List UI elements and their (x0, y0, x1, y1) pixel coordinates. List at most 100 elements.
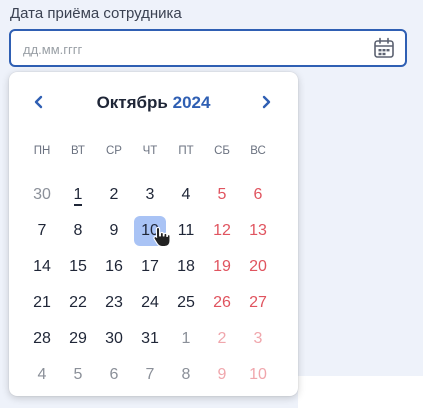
calendar-day-number: 10 (141, 222, 159, 239)
calendar-day[interactable]: 18 (170, 252, 202, 282)
calendar-day-number: 5 (73, 366, 83, 383)
calendar-day[interactable]: 3 (134, 180, 166, 210)
calendar-day-number: 9 (109, 222, 119, 239)
calendar-day-number: 2 (109, 186, 119, 203)
calendar-day[interactable]: 7 (134, 360, 166, 390)
calendar-day[interactable]: 13 (242, 216, 274, 246)
calendar-day-number: 1 (181, 330, 191, 347)
calendar-day-number: 26 (213, 294, 231, 311)
calendar-day-number: 11 (177, 222, 195, 239)
calendar-day[interactable]: 6 (98, 360, 130, 390)
calendar-day[interactable]: 11 (170, 216, 202, 246)
weekday-header: ПТ (178, 145, 194, 157)
next-month-button[interactable] (254, 90, 278, 114)
calendar-day-number: 20 (249, 258, 267, 275)
calendar-day-today[interactable]: 1 (62, 180, 94, 210)
calendar-day-hovered[interactable]: 10 (134, 216, 166, 246)
year-label[interactable]: 2024 (173, 93, 211, 112)
calendar-day-number: 2 (217, 330, 227, 347)
calendar-day[interactable]: 3 (242, 324, 274, 354)
weekday-header: ЧТ (142, 145, 158, 157)
calendar-day-number: 3 (253, 330, 263, 347)
calendar-day[interactable]: 6 (242, 180, 274, 210)
weekday-header: СБ (214, 145, 230, 157)
calendar-day[interactable]: 30 (98, 324, 130, 354)
calendar-day[interactable]: 24 (134, 288, 166, 318)
calendar-day[interactable]: 4 (26, 360, 58, 390)
calendar-day-number: 4 (181, 186, 191, 203)
calendar-day-number: 27 (249, 294, 267, 311)
calendar-day-number: 15 (69, 258, 87, 275)
calendar-day-number: 30 (33, 186, 51, 203)
calendar-day[interactable]: 8 (170, 360, 202, 390)
calendar-day[interactable]: 23 (98, 288, 130, 318)
calendar-day[interactable]: 26 (206, 288, 238, 318)
calendar-day-number: 12 (213, 222, 231, 239)
calendar-day-number: 6 (253, 186, 263, 203)
calendar-day-number: 22 (69, 294, 87, 311)
date-input[interactable] (21, 31, 365, 67)
calendar-day-number: 3 (145, 186, 155, 203)
calendar-day-number: 8 (73, 222, 83, 239)
calendar-day[interactable]: 16 (98, 252, 130, 282)
calendar-day[interactable]: 25 (170, 288, 202, 318)
chevron-right-icon (262, 95, 271, 109)
calendar-day[interactable]: 10 (242, 360, 274, 390)
calendar-day[interactable]: 9 (98, 216, 130, 246)
calendar-day[interactable]: 31 (134, 324, 166, 354)
calendar-day-number: 25 (177, 294, 195, 311)
calendar-popup: Октябрь 2024 ПН ВТ СР ЧТ ПТ СБ ВС 30 1 2 3 4 5 6 7 8 9 10… (9, 72, 298, 396)
calendar-day[interactable]: 21 (26, 288, 58, 318)
calendar-day[interactable]: 14 (26, 252, 58, 282)
calendar-day-number: 16 (105, 258, 123, 275)
month-name: Октябрь (96, 93, 168, 112)
calendar-day[interactable]: 2 (98, 180, 130, 210)
calendar-day-number: 7 (37, 222, 47, 239)
calendar-day[interactable]: 2 (206, 324, 238, 354)
calendar-day-number: 21 (33, 294, 51, 311)
calendar-day-number: 9 (217, 366, 227, 383)
calendar-day[interactable]: 29 (62, 324, 94, 354)
calendar-day-number: 1 (73, 186, 83, 206)
calendar-day[interactable]: 4 (170, 180, 202, 210)
calendar-day[interactable]: 12 (206, 216, 238, 246)
calendar-day[interactable]: 17 (134, 252, 166, 282)
field-label: Дата приёма сотрудника (10, 5, 182, 22)
calendar-day-number: 4 (37, 366, 47, 383)
weekday-header: ВС (250, 145, 266, 157)
calendar-day-number: 17 (141, 258, 159, 275)
weekday-header: ПН (33, 145, 51, 157)
calendar-day[interactable]: 5 (62, 360, 94, 390)
calendar-day-number: 23 (105, 294, 123, 311)
calendar-day[interactable]: 9 (206, 360, 238, 390)
calendar-day-number: 10 (249, 366, 267, 383)
calendar-day-number: 24 (141, 294, 159, 311)
calendar-day-number: 29 (69, 330, 87, 347)
calendar-day-number: 13 (249, 222, 267, 239)
calendar-day[interactable]: 27 (242, 288, 274, 318)
calendar-day-number: 7 (145, 366, 155, 383)
calendar-day-number: 5 (217, 186, 227, 203)
calendar-day[interactable]: 15 (62, 252, 94, 282)
calendar-day-number: 30 (105, 330, 123, 347)
calendar-icon[interactable] (373, 37, 395, 59)
calendar-day[interactable]: 28 (26, 324, 58, 354)
calendar-day-number: 6 (109, 366, 119, 383)
calendar-day[interactable]: 5 (206, 180, 238, 210)
calendar-day-number: 19 (213, 258, 231, 275)
weekday-header: СР (106, 145, 122, 157)
page-background-panel (298, 376, 423, 408)
calendar-day-number: 14 (33, 258, 51, 275)
calendar-day-number: 8 (181, 366, 191, 383)
calendar-day[interactable]: 22 (62, 288, 94, 318)
calendar-day[interactable]: 19 (206, 252, 238, 282)
calendar-day[interactable]: 30 (26, 180, 58, 210)
calendar-day[interactable]: 20 (242, 252, 274, 282)
calendar-day-number: 18 (177, 258, 195, 275)
calendar-day[interactable]: 1 (170, 324, 202, 354)
calendar-day-number: 28 (33, 330, 51, 347)
calendar-day[interactable]: 8 (62, 216, 94, 246)
calendar-day[interactable]: 7 (26, 216, 58, 246)
calendar-day-number: 31 (141, 330, 159, 347)
date-input-container[interactable] (9, 29, 407, 67)
